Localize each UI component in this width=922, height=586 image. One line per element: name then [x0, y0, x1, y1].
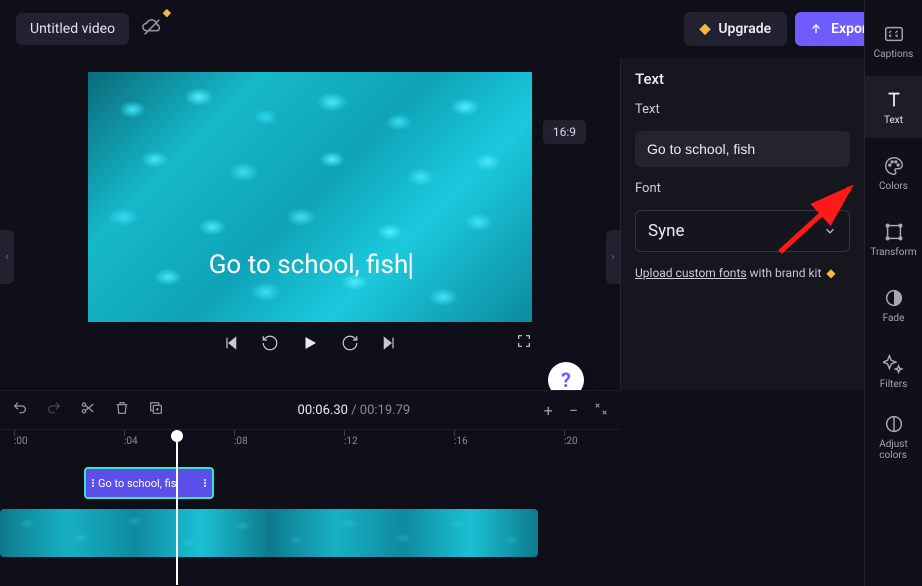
playhead[interactable]: [176, 432, 178, 585]
preview-content: [88, 72, 532, 322]
ruler-tick: :04: [124, 436, 138, 447]
delete-button[interactable]: [114, 400, 130, 420]
upload-fonts-suffix: with brand kit: [747, 266, 825, 280]
rail-text[interactable]: Text: [865, 76, 922, 138]
transport-controls: [88, 334, 532, 352]
undo-button[interactable]: [12, 400, 28, 420]
panel-header: Text: [635, 70, 850, 88]
zoom-in-button[interactable]: +: [544, 401, 553, 420]
rail-adjust-colors[interactable]: Adjustcolors: [865, 406, 922, 468]
upgrade-label: Upgrade: [718, 21, 771, 37]
video-preview[interactable]: Go to school, fish: [88, 72, 532, 322]
project-title-text: Untitled video: [30, 21, 115, 37]
rail-transform[interactable]: Transform: [865, 208, 922, 270]
topbar: Untitled video ◆ ◆ Upgrade Export: [0, 0, 922, 58]
clip-handle-right[interactable]: [204, 479, 206, 487]
timeline-ruler[interactable]: :00 :04 :08 :12 :16 :20: [0, 429, 620, 455]
split-button[interactable]: [80, 400, 96, 420]
main-row: ‹ › 16:9 Go to school, fish ? ⌄ Text Tex…: [0, 58, 922, 390]
ruler-tick: :12: [344, 436, 358, 447]
ruler-tick: :20: [564, 436, 578, 447]
properties-panel: Text Text Font Syne Upload custom fonts …: [620, 58, 864, 390]
text-input[interactable]: [635, 131, 850, 167]
ruler-tick: :08: [234, 436, 248, 447]
project-title[interactable]: Untitled video: [16, 13, 129, 45]
play-button[interactable]: [301, 334, 319, 352]
clip-thumbnails: [0, 509, 538, 557]
zoom-out-button[interactable]: −: [569, 401, 578, 420]
forward-5-button[interactable]: [341, 334, 359, 352]
rail-fade[interactable]: Fade: [865, 274, 922, 336]
fullscreen-button[interactable]: [516, 333, 532, 353]
text-clip[interactable]: Go to school, fis: [84, 467, 214, 499]
duplicate-button[interactable]: [148, 400, 164, 420]
rail-filters[interactable]: Filters: [865, 340, 922, 402]
time-display: 00:06.30 / 00:19.79: [182, 403, 526, 418]
timeline-toolbar: 00:06.30 / 00:19.79 + −: [0, 391, 620, 429]
font-field-label: Font: [635, 181, 850, 196]
font-value: Syne: [648, 221, 685, 241]
clip-handle-left[interactable]: [92, 479, 94, 487]
skip-forward-button[interactable]: [381, 335, 397, 351]
fit-timeline-button[interactable]: [594, 401, 608, 420]
diamond-icon: ◆: [700, 21, 711, 37]
skip-back-button[interactable]: [223, 335, 239, 351]
rail-captions[interactable]: Captions: [865, 10, 922, 72]
ruler-tick: :16: [454, 436, 468, 447]
timeline-tracks[interactable]: Go to school, fis: [0, 455, 620, 585]
cloud-sync-icon[interactable]: ◆: [141, 16, 163, 42]
preview-column: ‹ › 16:9 Go to school, fish ? ⌄: [0, 58, 620, 390]
rewind-5-button[interactable]: [261, 334, 279, 352]
text-field-label: Text: [635, 102, 850, 117]
font-select[interactable]: Syne: [635, 210, 850, 252]
text-overlay[interactable]: Go to school, fish: [209, 250, 412, 280]
chevron-down-icon: [823, 224, 837, 238]
rail-colors[interactable]: Colors: [865, 142, 922, 204]
left-panel-toggle[interactable]: ‹: [0, 230, 14, 284]
ruler-tick: :00: [14, 436, 28, 447]
upload-fonts-link[interactable]: Upload custom fonts: [635, 266, 747, 280]
timeline: 00:06.30 / 00:19.79 + − :00 :04 :08 :12 …: [0, 390, 620, 586]
premium-diamond-icon: ◆: [163, 6, 171, 19]
tool-rail: Captions Text Colors Transform Fade Filt…: [864, 0, 922, 586]
right-panel-toggle[interactable]: ›: [606, 230, 620, 284]
redo-button[interactable]: [46, 400, 62, 420]
upgrade-button[interactable]: ◆ Upgrade: [684, 12, 788, 46]
diamond-icon: ◆: [826, 266, 835, 280]
upload-fonts-row: Upload custom fonts with brand kit ◆: [635, 266, 850, 280]
text-clip-label: Go to school, fis: [98, 477, 200, 490]
aspect-ratio-selector[interactable]: 16:9: [543, 120, 586, 144]
video-clip[interactable]: [0, 509, 538, 557]
